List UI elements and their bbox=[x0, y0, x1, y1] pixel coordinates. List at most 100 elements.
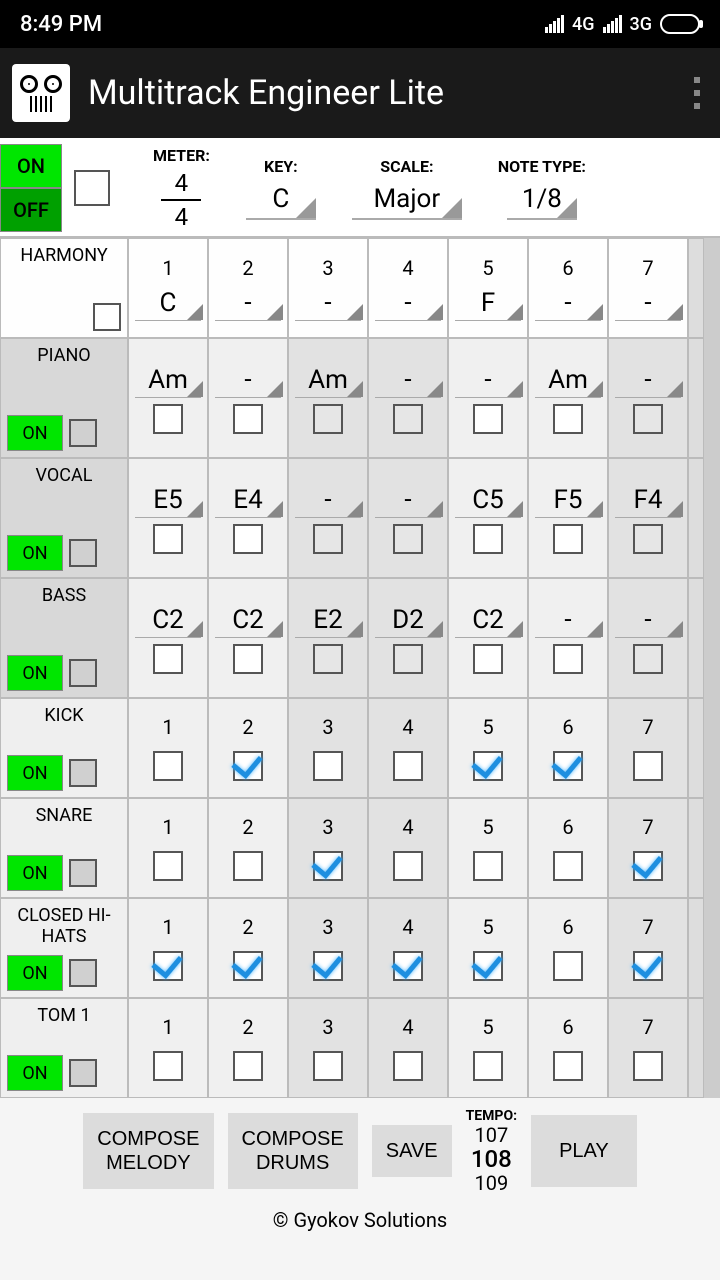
step-checkbox[interactable] bbox=[153, 524, 183, 554]
grid-cell[interactable]: 4 bbox=[368, 798, 448, 898]
grid-cell[interactable]: 5 bbox=[448, 798, 528, 898]
grid-cell[interactable]: 6 bbox=[528, 898, 608, 998]
chord-spinner[interactable]: - bbox=[455, 363, 521, 398]
chord-spinner[interactable]: C2 bbox=[455, 603, 521, 638]
grid-cell[interactable]: 1 bbox=[128, 898, 208, 998]
grid-cell[interactable]: Am bbox=[528, 338, 608, 458]
grid-cell[interactable]: 7 bbox=[608, 798, 688, 898]
step-checkbox[interactable] bbox=[633, 644, 663, 674]
grid-cell[interactable]: 5 bbox=[448, 898, 528, 998]
step-checkbox[interactable] bbox=[553, 644, 583, 674]
chord-spinner[interactable]: - bbox=[375, 483, 441, 518]
compose-drums-button[interactable]: COMPOSE DRUMS bbox=[228, 1113, 358, 1189]
grid-cell[interactable]: C2 bbox=[448, 578, 528, 698]
chord-spinner[interactable]: Am bbox=[535, 363, 601, 398]
grid-cell[interactable]: 6 bbox=[528, 798, 608, 898]
grid-cell[interactable]: 3 bbox=[288, 798, 368, 898]
grid-cell[interactable]: 5 bbox=[448, 998, 528, 1098]
step-checkbox[interactable] bbox=[313, 751, 343, 781]
scale-spinner[interactable]: Major bbox=[352, 180, 462, 220]
chord-spinner[interactable]: E2 bbox=[295, 603, 361, 638]
step-checkbox[interactable] bbox=[473, 751, 503, 781]
grid-cell[interactable]: 2 bbox=[208, 998, 288, 1098]
chord-spinner[interactable]: - bbox=[375, 363, 441, 398]
chord-spinner[interactable]: F5 bbox=[535, 483, 601, 518]
step-checkbox[interactable] bbox=[233, 951, 263, 981]
track-checkbox[interactable] bbox=[69, 659, 97, 687]
step-checkbox[interactable] bbox=[393, 404, 423, 434]
chord-spinner[interactable]: - bbox=[375, 286, 441, 321]
master-on-button[interactable]: ON bbox=[0, 144, 62, 188]
chord-spinner[interactable]: E5 bbox=[135, 483, 201, 518]
step-checkbox[interactable] bbox=[393, 1051, 423, 1081]
track-on-button[interactable]: ON bbox=[7, 1055, 63, 1091]
step-checkbox[interactable] bbox=[633, 524, 663, 554]
step-checkbox[interactable] bbox=[473, 1051, 503, 1081]
chord-spinner[interactable]: C2 bbox=[135, 603, 201, 638]
grid-cell[interactable]: - bbox=[368, 338, 448, 458]
step-checkbox[interactable] bbox=[313, 524, 343, 554]
key-spinner[interactable]: C bbox=[246, 180, 316, 220]
grid-cell[interactable]: F4 bbox=[608, 458, 688, 578]
chord-spinner[interactable]: Am bbox=[135, 363, 201, 398]
chord-spinner[interactable]: C2 bbox=[215, 603, 281, 638]
step-checkbox[interactable] bbox=[233, 644, 263, 674]
chord-spinner[interactable]: - bbox=[535, 603, 601, 638]
grid-cell[interactable]: 1C bbox=[128, 238, 208, 338]
grid-cell[interactable]: 3 bbox=[288, 698, 368, 798]
chord-spinner[interactable]: F bbox=[455, 286, 521, 321]
chord-spinner[interactable]: - bbox=[615, 603, 681, 638]
step-checkbox[interactable] bbox=[153, 851, 183, 881]
grid-cell[interactable]: 1 bbox=[128, 698, 208, 798]
grid-cell[interactable]: Am bbox=[288, 338, 368, 458]
step-checkbox[interactable] bbox=[153, 1051, 183, 1081]
grid-cell[interactable]: - bbox=[208, 338, 288, 458]
chord-spinner[interactable]: - bbox=[615, 363, 681, 398]
grid-cell[interactable]: 6 bbox=[528, 698, 608, 798]
grid-cell[interactable]: 3 bbox=[288, 898, 368, 998]
grid-cell[interactable]: C5 bbox=[448, 458, 528, 578]
grid-cell[interactable]: 3- bbox=[288, 238, 368, 338]
step-checkbox[interactable] bbox=[233, 851, 263, 881]
step-checkbox[interactable] bbox=[553, 951, 583, 981]
master-off-button[interactable]: OFF bbox=[0, 188, 62, 232]
step-checkbox[interactable] bbox=[153, 951, 183, 981]
step-checkbox[interactable] bbox=[313, 1051, 343, 1081]
grid-cell[interactable]: - bbox=[368, 458, 448, 578]
track-on-button[interactable]: ON bbox=[7, 415, 63, 451]
grid-cell[interactable]: C2 bbox=[128, 578, 208, 698]
play-button[interactable]: PLAY bbox=[531, 1115, 637, 1187]
step-checkbox[interactable] bbox=[473, 951, 503, 981]
chord-spinner[interactable]: - bbox=[215, 286, 281, 321]
step-checkbox[interactable] bbox=[633, 1051, 663, 1081]
chord-spinner[interactable]: - bbox=[615, 286, 681, 321]
menu-button[interactable] bbox=[694, 77, 708, 109]
grid-cell[interactable]: 7- bbox=[608, 238, 688, 338]
tempo-picker[interactable]: 107 108 109 bbox=[471, 1124, 512, 1194]
track-checkbox[interactable] bbox=[69, 419, 97, 447]
step-checkbox[interactable] bbox=[393, 524, 423, 554]
chord-spinner[interactable]: Am bbox=[295, 363, 361, 398]
chord-spinner[interactable]: F4 bbox=[615, 483, 681, 518]
chord-spinner[interactable]: C bbox=[135, 286, 201, 321]
step-checkbox[interactable] bbox=[553, 851, 583, 881]
track-checkbox[interactable] bbox=[69, 1059, 97, 1087]
step-checkbox[interactable] bbox=[633, 851, 663, 881]
grid-cell[interactable]: 6- bbox=[528, 238, 608, 338]
grid-cell[interactable]: 7 bbox=[608, 698, 688, 798]
track-on-button[interactable]: ON bbox=[7, 755, 63, 791]
step-checkbox[interactable] bbox=[633, 951, 663, 981]
step-checkbox[interactable] bbox=[313, 951, 343, 981]
grid-cell[interactable]: - bbox=[608, 338, 688, 458]
step-checkbox[interactable] bbox=[313, 404, 343, 434]
step-checkbox[interactable] bbox=[393, 951, 423, 981]
grid-cell[interactable]: 7 bbox=[608, 998, 688, 1098]
step-checkbox[interactable] bbox=[313, 851, 343, 881]
grid-cell[interactable]: F5 bbox=[528, 458, 608, 578]
grid-cell[interactable]: 1 bbox=[128, 798, 208, 898]
grid-cell[interactable]: 4 bbox=[368, 998, 448, 1098]
grid-cell[interactable]: 4- bbox=[368, 238, 448, 338]
step-checkbox[interactable] bbox=[473, 851, 503, 881]
grid-cell[interactable]: E2 bbox=[288, 578, 368, 698]
track-checkbox[interactable] bbox=[69, 959, 97, 987]
